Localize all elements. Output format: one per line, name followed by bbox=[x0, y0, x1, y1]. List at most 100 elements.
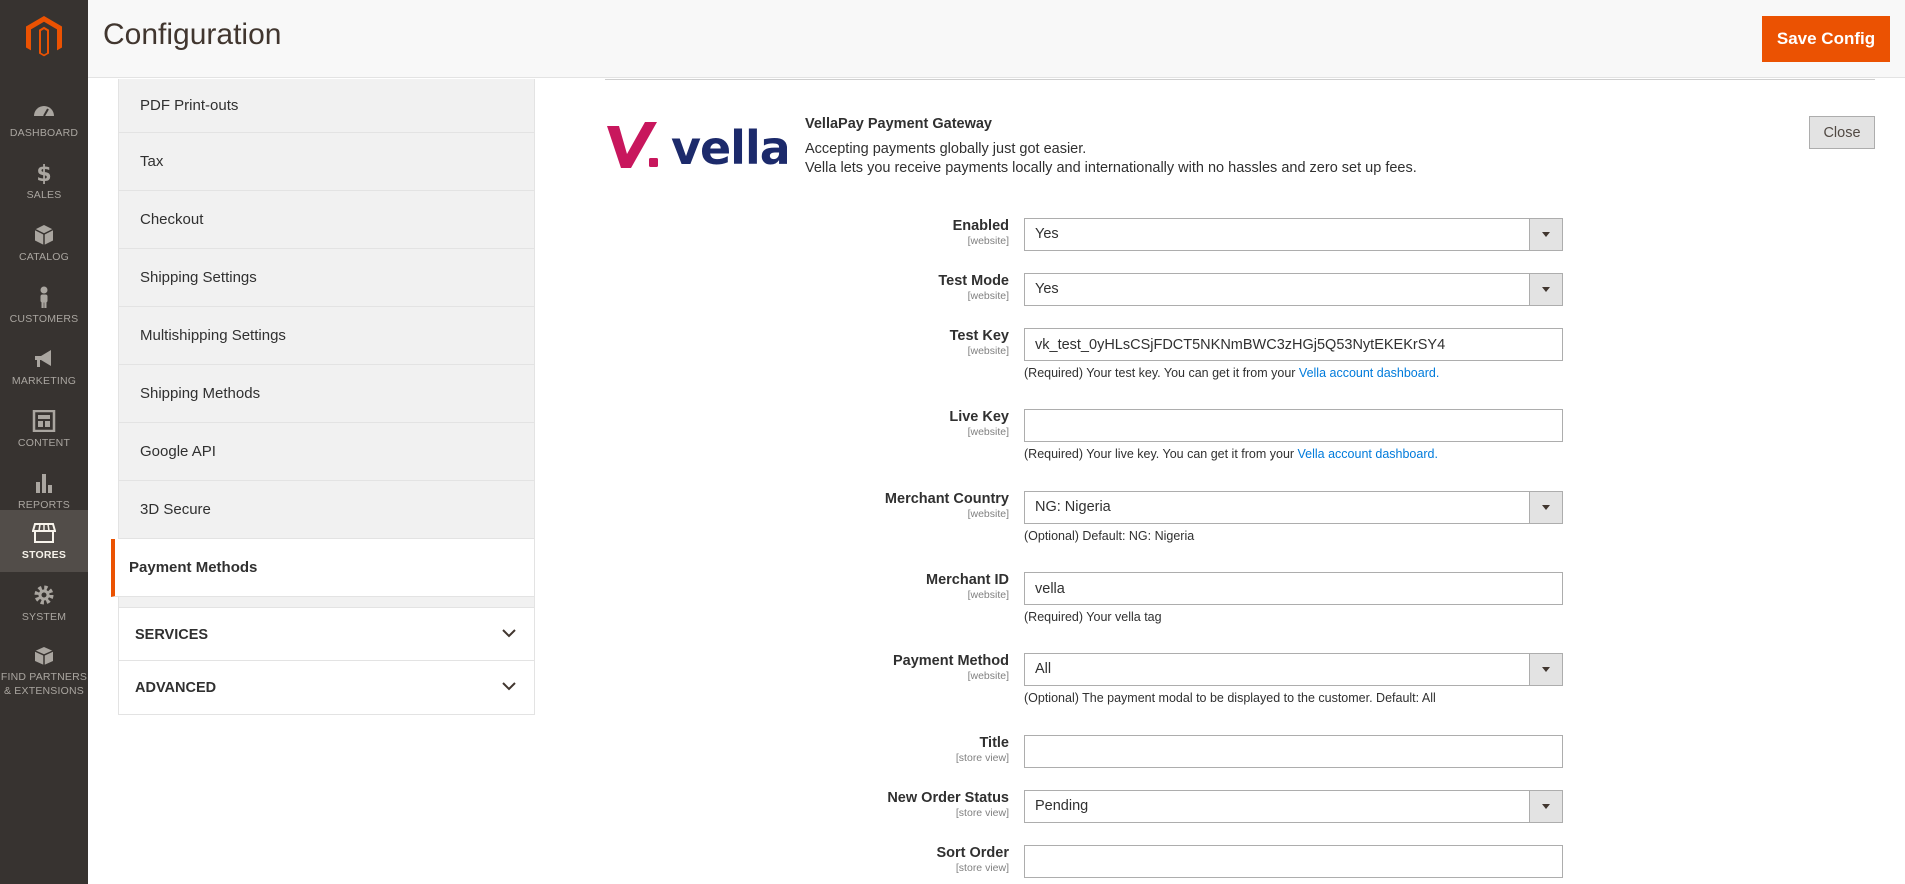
tab-payment-methods[interactable]: Payment Methods bbox=[111, 539, 534, 597]
chevron-down-icon bbox=[502, 682, 516, 691]
merchant-id-scope: [website] bbox=[967, 589, 1009, 601]
gear-icon bbox=[34, 585, 54, 605]
gateway-header: vella VellaPay Payment Gateway Accepting… bbox=[605, 80, 1875, 200]
test-key-note: (Required) Your test key. You can get it… bbox=[1024, 366, 1439, 381]
megaphone-icon bbox=[35, 350, 51, 367]
enabled-select[interactable]: Yes bbox=[1024, 218, 1563, 251]
new-order-status-select[interactable]: Pending bbox=[1024, 790, 1563, 823]
save-config-button[interactable]: Save Config bbox=[1762, 16, 1890, 62]
merchant-country-select[interactable]: NG: Nigeria bbox=[1024, 491, 1563, 524]
live-key-note-text: (Required) Your live key. You can get it… bbox=[1024, 447, 1298, 461]
nav-sales-label: Sales bbox=[26, 189, 62, 201]
test-mode-select-value: Yes bbox=[1035, 281, 1059, 297]
vella-logo: vella bbox=[607, 121, 787, 172]
enabled-label: Enabled [website] bbox=[809, 218, 1009, 247]
test-mode-label-text: Test Mode bbox=[938, 273, 1009, 289]
enabled-scope: [website] bbox=[967, 235, 1009, 247]
sort-order-scope: [store view] bbox=[955, 862, 1009, 874]
nav-marketing[interactable]: Marketing bbox=[0, 336, 88, 398]
nav-dashboard[interactable]: Dashboard bbox=[0, 88, 88, 150]
tab-checkout[interactable]: Checkout bbox=[119, 191, 534, 249]
nav-find-partners[interactable]: Find Partners & Extensions bbox=[0, 634, 88, 710]
vella-logo-text: vella bbox=[671, 121, 787, 172]
new-order-status-scope: [store view] bbox=[955, 807, 1009, 819]
test-key-input[interactable] bbox=[1024, 328, 1563, 361]
title-scope: [store view] bbox=[955, 752, 1009, 764]
gateway-description-line-1: Accepting payments globally just got eas… bbox=[805, 141, 1087, 157]
section-advanced[interactable]: Advanced bbox=[118, 661, 535, 715]
section-services[interactable]: Services bbox=[118, 607, 535, 661]
nav-find-partners-label: Find Partners & Extensions bbox=[0, 671, 88, 697]
title-label-text: Title bbox=[979, 735, 1009, 751]
merchant-id-label: Merchant ID [website] bbox=[809, 572, 1009, 601]
main-content: vella VellaPay Payment Gateway Accepting… bbox=[605, 79, 1875, 878]
tab-pdf-print-outs[interactable]: PDF Print-outs bbox=[119, 79, 534, 133]
live-key-scope: [website] bbox=[967, 426, 1009, 438]
nav-sales[interactable]: $ Sales bbox=[0, 150, 88, 212]
nav-content[interactable]: Content bbox=[0, 398, 88, 460]
page-title: Configuration bbox=[103, 18, 282, 51]
tab-tax[interactable]: Tax bbox=[119, 133, 534, 191]
nav-catalog[interactable]: Catalog bbox=[0, 212, 88, 274]
payment-method-select[interactable]: All bbox=[1024, 653, 1563, 686]
nav-customers[interactable]: Customers bbox=[0, 274, 88, 336]
dashboard-icon bbox=[34, 106, 54, 117]
live-key-note: (Required) Your live key. You can get it… bbox=[1024, 447, 1438, 462]
merchant-id-input[interactable] bbox=[1024, 572, 1563, 605]
title-input[interactable] bbox=[1024, 735, 1563, 768]
payment-method-note: (Optional) The payment modal to be displ… bbox=[1024, 691, 1436, 705]
nav-system-label: System bbox=[21, 611, 67, 623]
vella-dashboard-link[interactable]: Vella account dashboard. bbox=[1299, 366, 1439, 380]
admin-sidebar: Dashboard $ Sales Catalog Customers Mark… bbox=[0, 0, 88, 884]
new-order-status-label-text: New Order Status bbox=[887, 790, 1009, 806]
tab-google-api[interactable]: Google API bbox=[119, 423, 534, 481]
tab-shipping-settings[interactable]: Shipping Settings bbox=[119, 249, 534, 307]
person-icon bbox=[40, 286, 48, 308]
merchant-country-select-value: NG: Nigeria bbox=[1035, 499, 1111, 515]
tab-3d-secure[interactable]: 3D Secure bbox=[119, 481, 534, 539]
payment-method-select-value: All bbox=[1035, 661, 1052, 677]
merchant-country-scope: [website] bbox=[967, 508, 1009, 520]
nav-stores[interactable]: Stores bbox=[0, 510, 88, 572]
vella-dashboard-link[interactable]: Vella account dashboard. bbox=[1298, 447, 1438, 461]
sort-order-input[interactable] bbox=[1024, 845, 1563, 878]
test-mode-select[interactable]: Yes bbox=[1024, 273, 1563, 306]
merchant-country-label: Merchant Country [website] bbox=[809, 491, 1009, 520]
test-key-label-text: Test Key bbox=[949, 328, 1009, 344]
merchant-id-label-text: Merchant ID bbox=[926, 572, 1009, 588]
payment-method-label: Payment Method [website] bbox=[809, 653, 1009, 682]
close-button[interactable]: Close bbox=[1809, 116, 1875, 149]
live-key-label-text: Live Key bbox=[949, 409, 1009, 425]
live-key-input[interactable] bbox=[1024, 409, 1563, 442]
box-icon bbox=[34, 225, 54, 245]
merchant-id-note: (Required) Your vella tag bbox=[1024, 610, 1162, 624]
boxes-icon bbox=[34, 647, 54, 665]
nav-dashboard-label: Dashboard bbox=[9, 127, 79, 139]
test-mode-label: Test Mode [website] bbox=[809, 273, 1009, 302]
nav-catalog-label: Catalog bbox=[18, 251, 70, 263]
chevron-down-icon bbox=[1529, 492, 1562, 523]
chevron-down-icon bbox=[1529, 274, 1562, 305]
magento-logo-icon[interactable] bbox=[26, 16, 62, 58]
enabled-label-text: Enabled bbox=[952, 218, 1009, 234]
chevron-down-icon bbox=[1529, 219, 1562, 250]
new-order-status-select-value: Pending bbox=[1035, 798, 1089, 814]
sort-order-label: Sort Order [store view] bbox=[809, 845, 1009, 874]
tab-spacer bbox=[118, 597, 535, 607]
nav-customers-label: Customers bbox=[9, 313, 79, 325]
tab-shipping-methods[interactable]: Shipping Methods bbox=[119, 365, 534, 423]
enabled-select-value: Yes bbox=[1035, 226, 1059, 242]
nav-marketing-label: Marketing bbox=[11, 375, 77, 387]
test-key-scope: [website] bbox=[967, 345, 1009, 357]
section-advanced-label: Advanced bbox=[135, 680, 217, 696]
nav-stores-label: Stores bbox=[21, 549, 67, 561]
nav-system[interactable]: System bbox=[0, 572, 88, 634]
chevron-down-icon bbox=[1529, 654, 1562, 685]
gateway-description: Accepting payments globally just got eas… bbox=[805, 140, 1417, 178]
payment-method-label-text: Payment Method bbox=[892, 653, 1009, 669]
live-key-label: Live Key [website] bbox=[809, 409, 1009, 438]
sales-tab-list: PDF Print-outs Tax Checkout Shipping Set… bbox=[111, 79, 535, 597]
section-services-label: Services bbox=[135, 627, 209, 643]
tab-multishipping-settings[interactable]: Multishipping Settings bbox=[119, 307, 534, 365]
dollar-icon: $ bbox=[36, 162, 51, 184]
